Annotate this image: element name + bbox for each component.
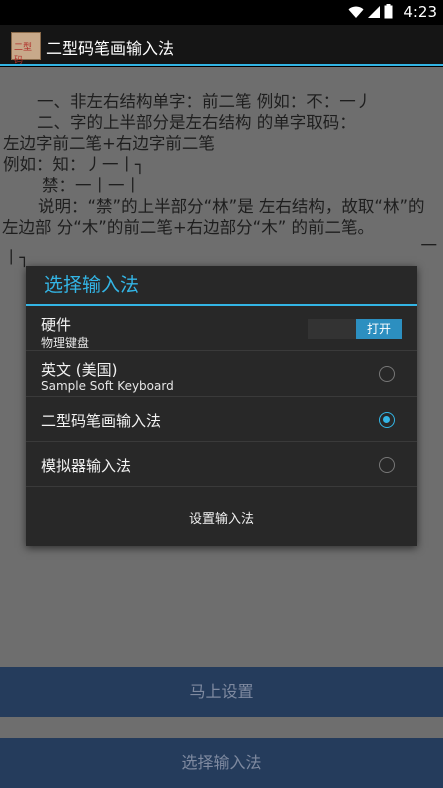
instruction-text: 一、非左右结构单字：前二笔 例如：不：一丿 二、字的上半部分是左右结构 的单字取… (0, 91, 443, 268)
dialog-title: 选择输入法 (26, 266, 417, 306)
radio-unchecked-icon[interactable] (379, 457, 395, 473)
choose-input-method-button[interactable]: 选择输入法 (0, 738, 443, 788)
status-time: 4:23 (403, 3, 437, 21)
hardware-row[interactable]: 硬件 物理键盘 打开 (26, 306, 417, 351)
hardware-label: 硬件 (41, 316, 72, 334)
status-icons (348, 4, 393, 19)
battery-icon (384, 4, 393, 19)
app-title: 二型码笔画输入法 (46, 39, 175, 58)
doc-fragment-line: 丨┐ 一 (0, 236, 443, 268)
app-logo-icon: 二型码 (11, 32, 41, 66)
doc-line-2: 二、字的上半部分是左右结构 的单字取码： (37, 113, 356, 132)
radio-checked-icon[interactable] (379, 412, 395, 428)
ime-option-label: 英文 (美国) (41, 361, 118, 379)
ime-option-erxingma[interactable]: 二型码笔画输入法 (26, 397, 417, 442)
doc-line-3: 左边字前二笔+右边字前二笔 (3, 134, 215, 153)
ime-option-label: 模拟器输入法 (41, 457, 132, 475)
ime-option-emulator[interactable]: 模拟器输入法 (26, 442, 417, 487)
toggle-on-label: 打开 (356, 319, 402, 339)
radio-unchecked-icon[interactable] (379, 366, 395, 382)
setup-now-button[interactable]: 马上设置 (0, 667, 443, 717)
ime-option-label: 二型码笔画输入法 (41, 412, 162, 430)
input-method-dialog: 选择输入法 硬件 物理键盘 打开 英文 (美国) Sample Soft Key… (26, 266, 417, 546)
physical-keyboard-toggle[interactable]: 打开 (308, 319, 402, 339)
setup-input-method-button[interactable]: 设置输入法 (26, 494, 417, 546)
doc-line-5: 禁：一丨一丨 (42, 176, 141, 195)
action-bar: 二型码 二型码笔画输入法 (0, 25, 443, 66)
ime-option-sub: Sample Soft Keyboard (41, 379, 174, 393)
doc-line-1: 一、非左右结构单字：前二笔 例如：不：一丿 (37, 92, 373, 111)
doc-fragment-right: 一 (420, 236, 438, 255)
app-logo-text: 二型码 (14, 43, 33, 66)
doc-line-4: 例如：知：丿一丨┐ (3, 155, 145, 174)
wifi-icon (348, 6, 364, 18)
signal-icon (368, 6, 380, 18)
doc-fragment: 丨┐ (3, 248, 30, 267)
status-bar: 4:23 (0, 0, 443, 25)
ime-option-english[interactable]: 英文 (美国) Sample Soft Keyboard (26, 351, 417, 397)
hardware-sub: 物理键盘 (41, 336, 90, 350)
doc-line-6: 说明：“禁”的上半部分“林”是 左右结构，故取“林”的左边部 分“木”的前二笔+… (2, 197, 425, 237)
